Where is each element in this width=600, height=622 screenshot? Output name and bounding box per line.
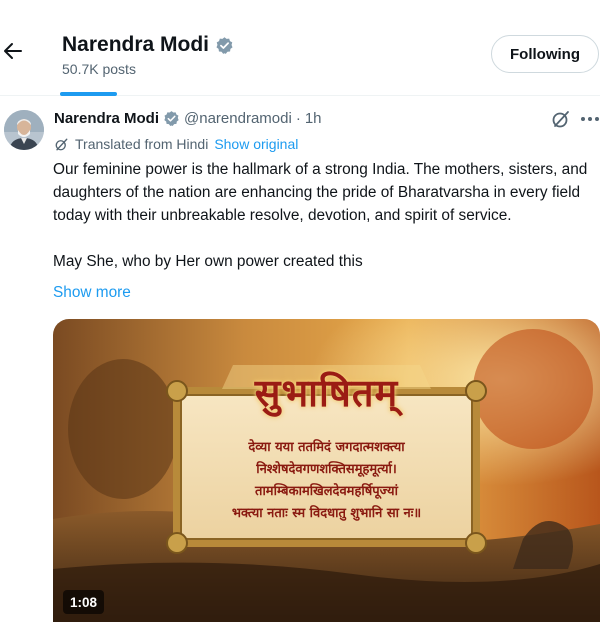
verified-badge-icon [164, 111, 179, 126]
header-title: Narendra Modi [62, 33, 234, 57]
arrow-left-icon [4, 43, 22, 59]
post-text: Our feminine power is the hallmark of a … [53, 158, 598, 273]
video-duration-badge: 1:08 [63, 590, 105, 614]
post-text-paragraph: May She, who by Her own power created th… [53, 253, 363, 270]
verse-line: भक्त्या नताः स्म विदधातु शुभानि सा नः॥ [231, 506, 422, 521]
post-handle[interactable]: @narendramodi [184, 110, 292, 127]
translation-notice: Translated from Hindi Show original [54, 136, 298, 152]
post-text-paragraph: Our feminine power is the hallmark of a … [53, 161, 588, 224]
header-profile-name: Narendra Modi [62, 33, 210, 56]
header-posts-count: 50.7K posts [62, 61, 136, 77]
video-title: सुभाषितम् [254, 370, 399, 415]
post-author-name[interactable]: Narendra Modi [54, 110, 159, 127]
more-dots-icon[interactable] [580, 111, 600, 127]
grok-icon[interactable] [551, 109, 571, 129]
show-original-link[interactable]: Show original [214, 136, 298, 152]
post-timestamp[interactable]: 1h [305, 110, 322, 127]
post-separator: · [295, 110, 301, 127]
verse-line: तामम्बिकामखिलदेवमहर्षिपूज्यां [255, 484, 398, 499]
post-video[interactable]: सुभाषितम् देव्या यया ततमिदं जगदात्मशक्त्… [53, 319, 600, 622]
post-header: Narendra Modi @narendramodi · 1h [54, 110, 322, 127]
show-more-link[interactable]: Show more [53, 284, 131, 302]
following-button[interactable]: Following [491, 35, 599, 73]
back-button[interactable] [0, 38, 26, 64]
profile-header: Narendra Modi 50.7K posts Following [0, 0, 600, 96]
verified-badge-icon [216, 36, 233, 54]
translate-icon [55, 138, 68, 150]
verse-line: देव्या यया ततमिदं जगदात्मशक्त्या [248, 440, 405, 455]
avatar[interactable] [4, 110, 44, 150]
active-tab-indicator [60, 92, 117, 96]
avatar-image [4, 110, 44, 150]
verse-line: निश्शेषदेवगणशक्तिसमूहमूर्त्या। [256, 462, 397, 477]
translated-label: Translated from Hindi [75, 136, 209, 152]
